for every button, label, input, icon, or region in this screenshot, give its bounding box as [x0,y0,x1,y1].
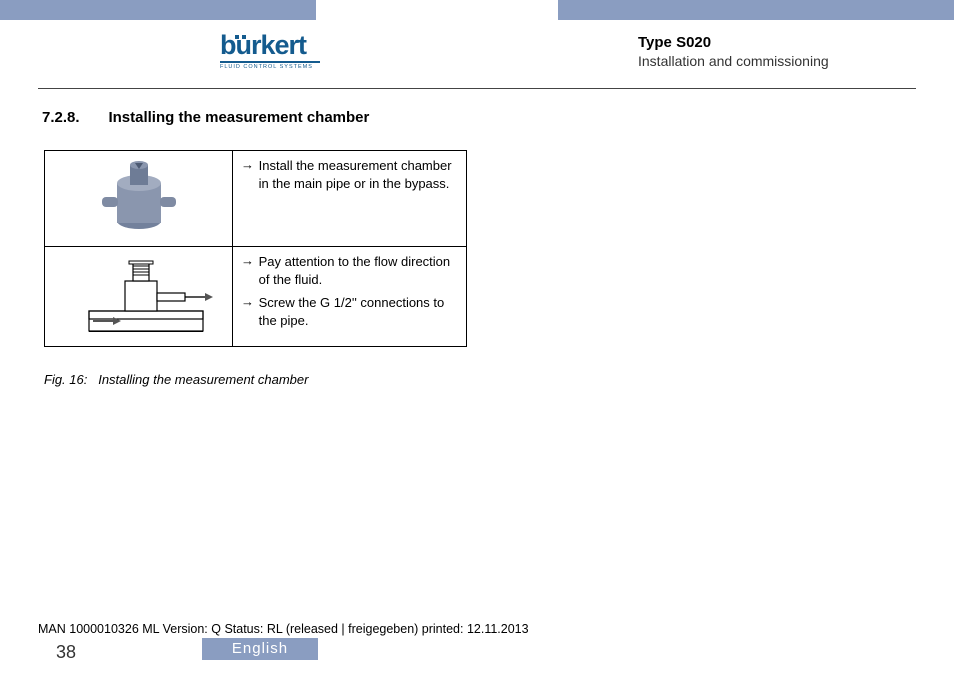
instruction-table: → Install the measurement chamber in the… [44,150,467,347]
section-title: Installing the measurement chamber [108,109,408,126]
doc-header: Type S020 Installation and commissioning [638,34,829,69]
instruction-cell: → Install the measurement chamber in the… [233,151,467,247]
figure-cell [45,247,233,347]
top-band-left [0,0,316,20]
figure-caption: Fig. 16: Installing the measurement cham… [44,372,308,387]
step-text: Pay attention to the flow direction of t… [259,253,457,288]
instruction-cell: → Pay attention to the flow direction of… [233,247,467,347]
arrow-icon: → [241,253,255,268]
figure-cell [45,151,233,247]
chamber-3d-icon [84,157,194,237]
brand-logo: burkert FLUID CONTROL SYSTEMS [220,32,340,70]
section-heading: 7.2.8. Installing the measurement chambe… [42,109,482,127]
arrow-icon: → [241,157,255,172]
logo-line [220,61,320,63]
table-row: → Pay attention to the flow direction of… [45,247,467,347]
caption-text: Installing the measurement chamber [98,372,308,387]
doc-subtitle: Installation and commissioning [638,53,829,69]
logo-tagline: FLUID CONTROL SYSTEMS [220,64,340,70]
language-badge: English [202,638,318,660]
step-text: Install the measurement chamber in the m… [259,157,457,192]
chamber-schematic-icon [59,253,219,337]
page-number: 38 [56,642,76,663]
footer-meta: MAN 1000010326 ML Version: Q Status: RL … [38,622,529,636]
top-band-right [558,0,954,20]
caption-label: Fig. 16: [44,372,87,387]
step-text: Screw the G 1/2'' connections to the pip… [259,294,457,329]
header-rule [38,88,916,89]
top-bar [0,0,954,20]
doc-type: Type S020 [638,34,829,51]
arrow-icon: → [241,294,255,309]
section-number: 7.2.8. [42,109,104,126]
table-row: → Install the measurement chamber in the… [45,151,467,247]
